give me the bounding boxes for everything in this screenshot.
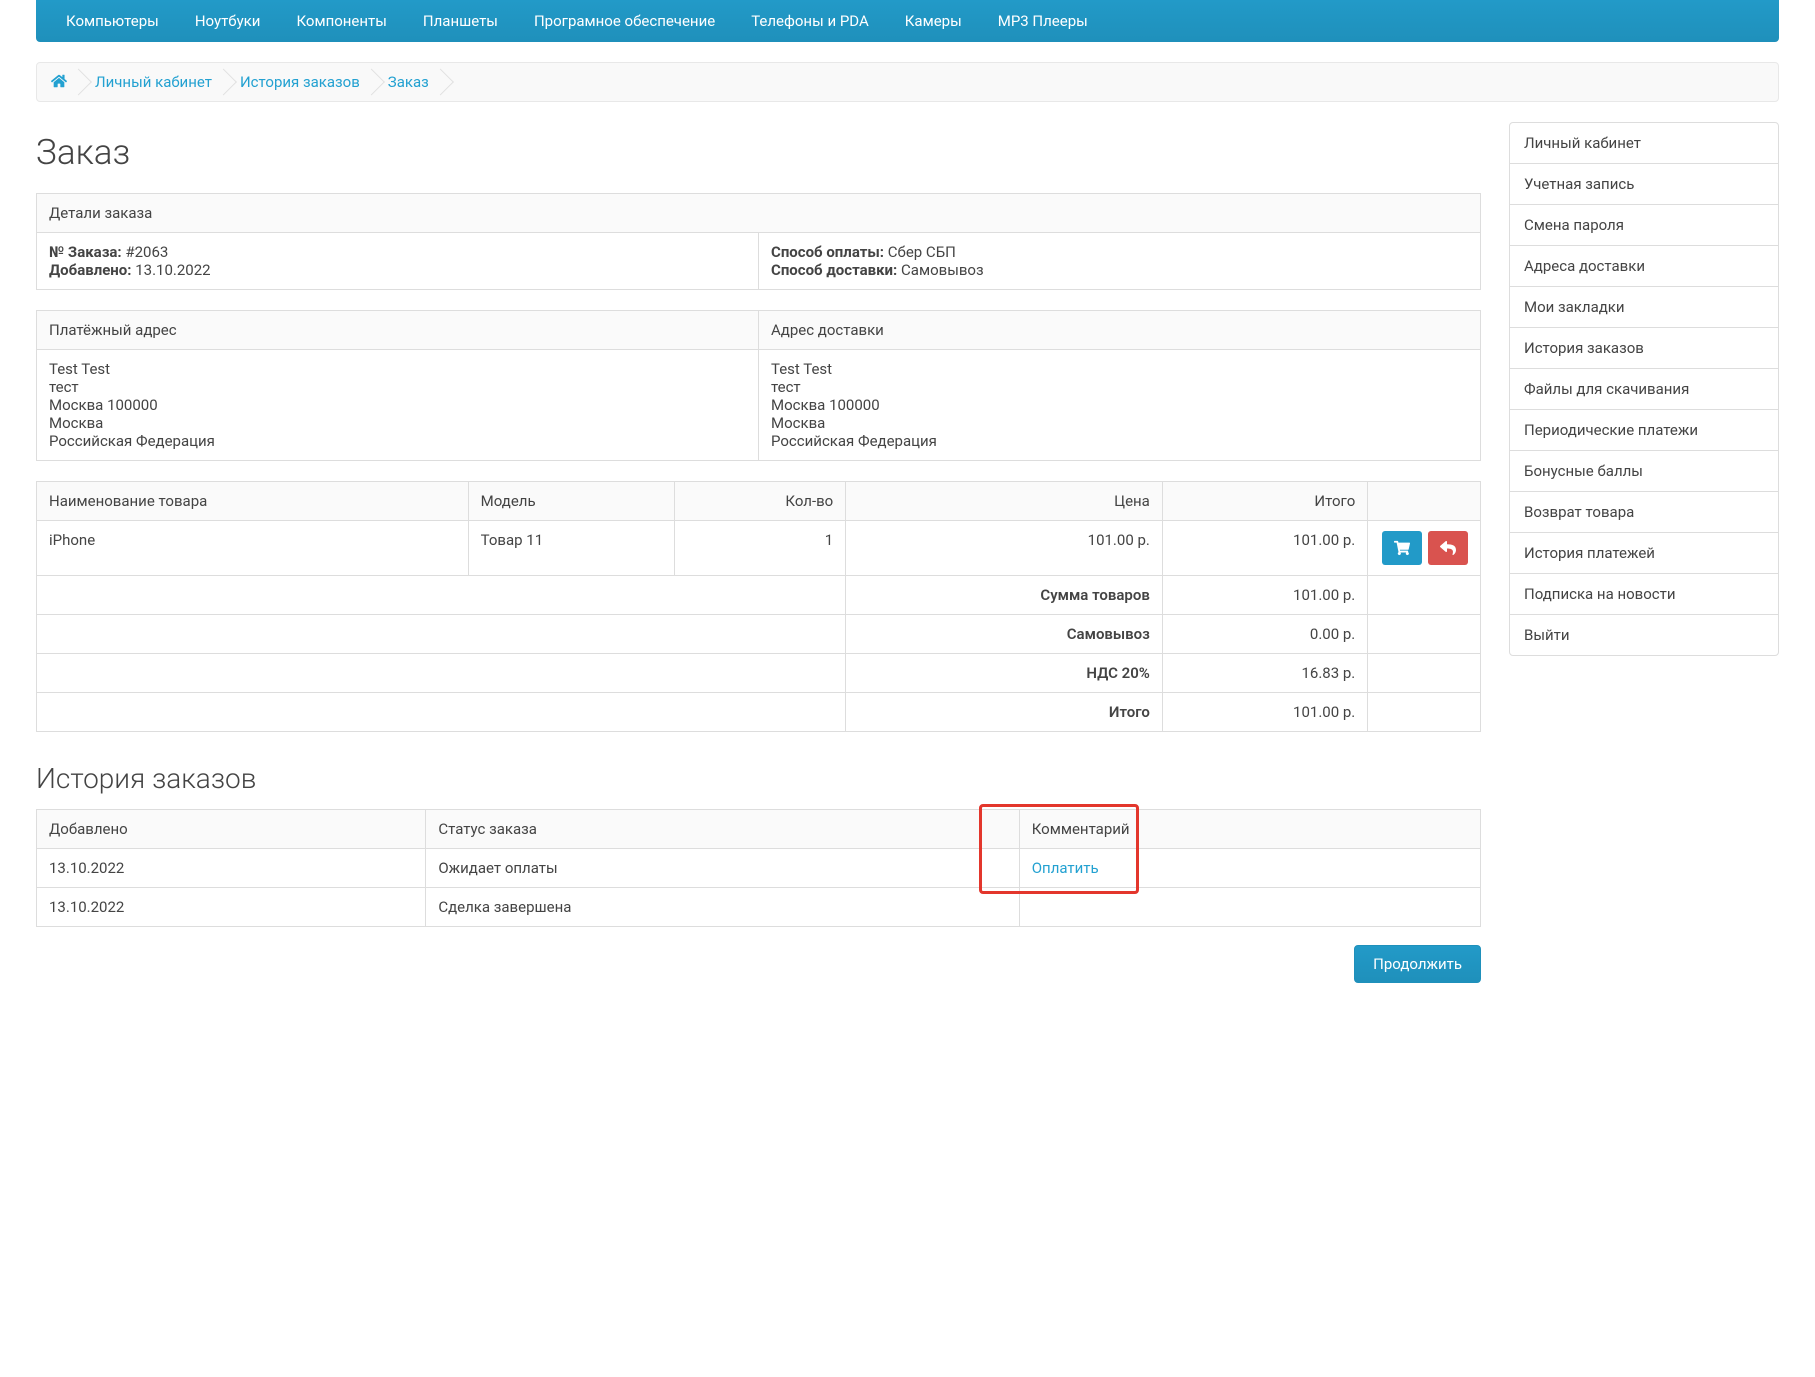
sidebar-item[interactable]: Учетная запись: [1510, 164, 1778, 205]
products-table: Наименование товара Модель Кол-во Цена И…: [36, 481, 1481, 732]
account-sidebar: Личный кабинет Учетная запись Смена паро…: [1509, 122, 1779, 656]
sidebar-item[interactable]: Выйти: [1510, 615, 1778, 655]
total-value: 0.00 р.: [1162, 615, 1367, 654]
col-model: Модель: [468, 482, 674, 521]
sidebar-item[interactable]: Подписка на новости: [1510, 574, 1778, 615]
nav-item[interactable]: Компьютеры: [48, 0, 177, 42]
sidebar-item[interactable]: Адреса доставки: [1510, 246, 1778, 287]
sidebar-item[interactable]: Периодические платежи: [1510, 410, 1778, 451]
order-details-table: Детали заказа № Заказа: #2063 Добавлено:…: [36, 193, 1481, 290]
order-added-label: Добавлено:: [49, 261, 132, 279]
shipping-method-value: Самовывоз: [901, 261, 984, 279]
order-added-value: 13.10.2022: [135, 261, 210, 279]
sidebar-item[interactable]: Мои закладки: [1510, 287, 1778, 328]
sidebar-item[interactable]: Смена пароля: [1510, 205, 1778, 246]
col-history-comment: Комментарий: [1019, 810, 1480, 849]
continue-button[interactable]: Продолжить: [1354, 945, 1481, 983]
col-history-status: Статус заказа: [426, 810, 1019, 849]
payment-method-value: Сбер СБП: [888, 243, 956, 261]
nav-item[interactable]: Ноутбуки: [177, 0, 279, 42]
total-label: Самовывоз: [846, 615, 1163, 654]
history-added: 13.10.2022: [37, 888, 426, 927]
cart-icon: [1394, 540, 1410, 556]
total-label: Сумма товаров: [846, 576, 1163, 615]
total-label: Итого: [846, 693, 1163, 732]
breadcrumb-home[interactable]: [51, 73, 81, 91]
billing-address-header: Платёжный адрес: [37, 311, 759, 350]
sidebar-item[interactable]: Личный кабинет: [1510, 123, 1778, 164]
order-no-label: № Заказа:: [49, 243, 122, 261]
history-status: Сделка завершена: [426, 888, 1019, 927]
breadcrumb-link[interactable]: Личный кабинет: [81, 73, 226, 91]
order-details-header: Детали заказа: [37, 194, 1481, 233]
breadcrumb-link[interactable]: Заказ: [374, 73, 443, 91]
nav-item[interactable]: MP3 Плееры: [980, 0, 1106, 42]
payment-method-label: Способ оплаты:: [771, 243, 884, 261]
shipping-address: Test Test тест Москва 100000 Москва Росс…: [759, 350, 1481, 461]
history-title: История заказов: [36, 762, 1481, 795]
sidebar-item[interactable]: Возврат товара: [1510, 492, 1778, 533]
nav-item[interactable]: Програмное обеспечение: [516, 0, 733, 42]
product-row: iPhone Товар 11 1 101.00 р. 101.00 р.: [37, 521, 1481, 576]
addresses-table: Платёжный адрес Адрес доставки Test Test…: [36, 310, 1481, 461]
history-row: 13.10.2022 Ожидает оплаты Оплатить: [37, 849, 1481, 888]
total-value: 101.00 р.: [1162, 693, 1367, 732]
history-added: 13.10.2022: [37, 849, 426, 888]
billing-address: Test Test тест Москва 100000 Москва Росс…: [37, 350, 759, 461]
pay-link[interactable]: Оплатить: [1032, 859, 1099, 877]
reorder-button[interactable]: [1382, 531, 1422, 565]
col-total: Итого: [1162, 482, 1367, 521]
nav-item[interactable]: Планшеты: [405, 0, 516, 42]
breadcrumb: Личный кабинет История заказов Заказ: [36, 62, 1779, 102]
primary-nav: Компьютеры Ноутбуки Компоненты Планшеты …: [36, 0, 1779, 42]
shipping-method-label: Способ доставки:: [771, 261, 897, 279]
sidebar-item[interactable]: Бонусные баллы: [1510, 451, 1778, 492]
history-comment: [1019, 888, 1480, 927]
total-label: НДС 20%: [846, 654, 1163, 693]
product-qty: 1: [674, 521, 845, 576]
product-model: Товар 11: [468, 521, 674, 576]
order-no-value: #2063: [125, 243, 168, 261]
sidebar-item[interactable]: История заказов: [1510, 328, 1778, 369]
shipping-address-header: Адрес доставки: [759, 311, 1481, 350]
nav-item[interactable]: Телефоны и PDA: [733, 0, 887, 42]
nav-item[interactable]: Камеры: [887, 0, 980, 42]
product-price: 101.00 р.: [846, 521, 1163, 576]
history-table: Добавлено Статус заказа Комментарий 13.1…: [36, 809, 1481, 927]
col-price: Цена: [846, 482, 1163, 521]
col-product-name: Наименование товара: [37, 482, 469, 521]
page-title: Заказ: [36, 132, 1481, 173]
product-name: iPhone: [37, 521, 469, 576]
nav-item[interactable]: Компоненты: [278, 0, 404, 42]
col-history-added: Добавлено: [37, 810, 426, 849]
reply-icon: [1440, 540, 1456, 556]
total-value: 101.00 р.: [1162, 576, 1367, 615]
breadcrumb-link[interactable]: История заказов: [226, 73, 374, 91]
history-row: 13.10.2022 Сделка завершена: [37, 888, 1481, 927]
product-total: 101.00 р.: [1162, 521, 1367, 576]
total-value: 16.83 р.: [1162, 654, 1367, 693]
home-icon: [51, 73, 67, 89]
col-qty: Кол-во: [674, 482, 845, 521]
return-button[interactable]: [1428, 531, 1468, 565]
sidebar-item[interactable]: История платежей: [1510, 533, 1778, 574]
history-status: Ожидает оплаты: [426, 849, 1019, 888]
sidebar-item[interactable]: Файлы для скачивания: [1510, 369, 1778, 410]
